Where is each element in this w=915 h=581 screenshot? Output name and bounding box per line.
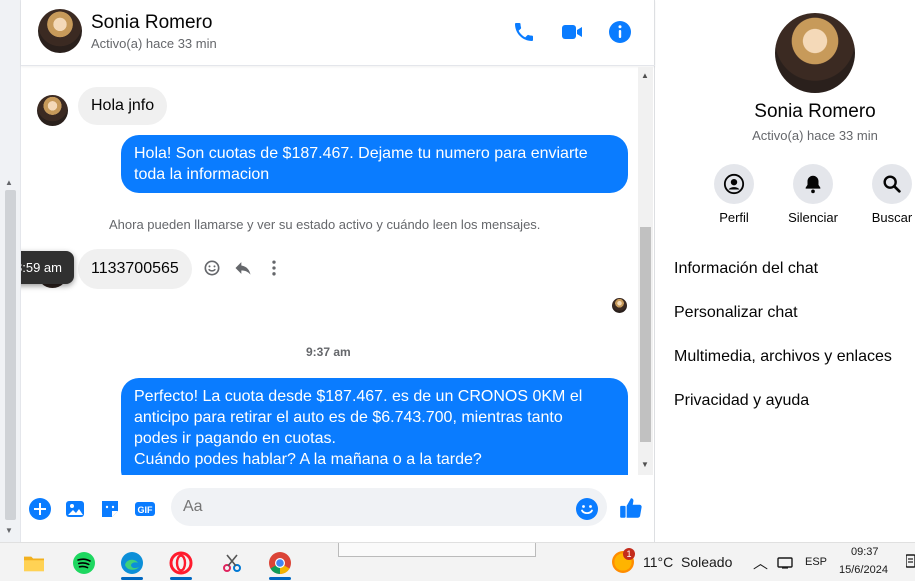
seen-receipt-avatar: [612, 298, 627, 313]
language-indicator[interactable]: ESP: [805, 556, 827, 568]
profile-label: Perfil: [719, 210, 749, 225]
menu-customize-chat[interactable]: Personalizar chat: [674, 304, 798, 322]
scroll-down-arrow[interactable]: ▼: [641, 460, 649, 469]
chat-panel: Sonia Romero Activo(a) hace 33 min Hola …: [21, 0, 655, 542]
profile-button[interactable]: Perfil: [694, 164, 774, 225]
file-explorer-icon[interactable]: [17, 547, 51, 579]
chat-info-panel: Sonia Romero Activo(a) hace 33 min Perfi…: [656, 0, 915, 542]
message-list[interactable]: Hola jnfo Hola! Son cuotas de $187.467. …: [21, 67, 641, 475]
mute-button[interactable]: Silenciar: [773, 164, 853, 225]
mute-label: Silenciar: [788, 210, 838, 225]
composer: GIF: [21, 480, 655, 542]
message-line: Cuándo podes hablar? A la mañana o a la …: [134, 451, 482, 468]
message-line: toda la informacion: [134, 166, 270, 183]
spotify-icon[interactable]: [67, 547, 101, 579]
profile-avatar[interactable]: [775, 13, 855, 93]
outgoing-message[interactable]: Hola! Son cuotas de $187.467. Dejame tu …: [121, 135, 628, 193]
scroll-up-arrow[interactable]: ▲: [5, 178, 13, 187]
message-line: Hola! Son cuotas de $187.467. Dejame tu …: [134, 145, 588, 162]
menu-chat-info[interactable]: Información del chat: [674, 260, 818, 278]
message-time-tooltip: 8:59 am: [21, 251, 74, 284]
message-line: Perfecto! La cuota desde $187.467. es de…: [134, 388, 583, 405]
plus-icon[interactable]: [28, 497, 52, 521]
messenger-window: ▲ ▼ Sonia Romero Activo(a) hace 33 min H…: [0, 0, 915, 581]
bell-icon: [793, 164, 833, 204]
edge-icon[interactable]: [115, 547, 149, 580]
scrollbar-thumb[interactable]: [640, 227, 651, 442]
left-scrollbar[interactable]: ▲ ▼: [0, 0, 21, 542]
window-preview-edge: [338, 543, 536, 557]
weather-badge: 1: [623, 548, 635, 560]
photo-icon[interactable]: [63, 497, 87, 521]
scrollbar-thumb[interactable]: [5, 190, 16, 520]
message-line: anticipo para retirar el auto es de $6.7…: [134, 409, 563, 426]
message-line: podes ir pagando en cuotas.: [134, 430, 336, 447]
search-icon: [872, 164, 912, 204]
like-icon[interactable]: [618, 495, 644, 521]
system-notice: Ahora pueden llamarse y ver su estado ac…: [109, 217, 541, 232]
reply-icon[interactable]: [233, 258, 253, 278]
menu-privacy-help[interactable]: Privacidad y ayuda: [674, 392, 809, 410]
weather-condition[interactable]: Soleado: [681, 554, 732, 570]
contact-status: Activo(a) hace 33 min: [91, 36, 217, 51]
sender-avatar[interactable]: [37, 95, 68, 126]
phone-icon[interactable]: [512, 20, 536, 44]
taskbar: 1 11°C Soleado ︿ ESP 09:37 15/6/2024: [0, 542, 915, 581]
chat-header: Sonia Romero Activo(a) hace 33 min: [21, 0, 655, 66]
search-button[interactable]: Buscar: [852, 164, 915, 225]
sticker-icon[interactable]: [98, 497, 122, 521]
incoming-message[interactable]: Hola jnfo: [78, 87, 168, 125]
incoming-message[interactable]: 1133700565: [78, 249, 192, 289]
weather-temperature[interactable]: 11°C: [643, 554, 673, 570]
search-label: Buscar: [871, 210, 913, 225]
video-icon[interactable]: [560, 20, 584, 44]
gif-icon[interactable]: GIF: [133, 497, 157, 521]
clock-time[interactable]: 09:37: [851, 546, 879, 558]
notification-icon[interactable]: [906, 554, 915, 568]
contact-name[interactable]: Sonia Romero: [91, 12, 212, 34]
scroll-up-arrow[interactable]: ▲: [641, 71, 649, 80]
contact-avatar[interactable]: [38, 9, 82, 53]
profile-name: Sonia Romero: [754, 101, 876, 122]
outgoing-message[interactable]: Perfecto! La cuota desde $187.467. es de…: [121, 378, 628, 475]
opera-icon[interactable]: [164, 547, 198, 580]
message-scrollbar[interactable]: ▲ ▼: [638, 67, 653, 475]
clock-date[interactable]: 15/6/2024: [839, 564, 888, 576]
profile-status: Activo(a) hace 33 min: [752, 128, 878, 143]
chrome-icon[interactable]: [263, 547, 297, 580]
message-input[interactable]: [171, 488, 607, 526]
network-icon[interactable]: [777, 555, 793, 569]
profile-icon: [714, 164, 754, 204]
more-options-icon[interactable]: [264, 258, 284, 278]
emoji-icon[interactable]: [575, 497, 599, 521]
snipping-tool-icon[interactable]: [215, 547, 249, 579]
info-icon[interactable]: [608, 20, 632, 44]
chevron-up-icon[interactable]: ︿: [753, 552, 768, 573]
react-icon[interactable]: [202, 258, 222, 278]
menu-media-files-links[interactable]: Multimedia, archivos y enlaces: [674, 348, 892, 366]
time-separator: 9:37 am: [306, 345, 351, 359]
svg-text:GIF: GIF: [138, 505, 154, 515]
scroll-down-arrow[interactable]: ▼: [5, 526, 13, 535]
